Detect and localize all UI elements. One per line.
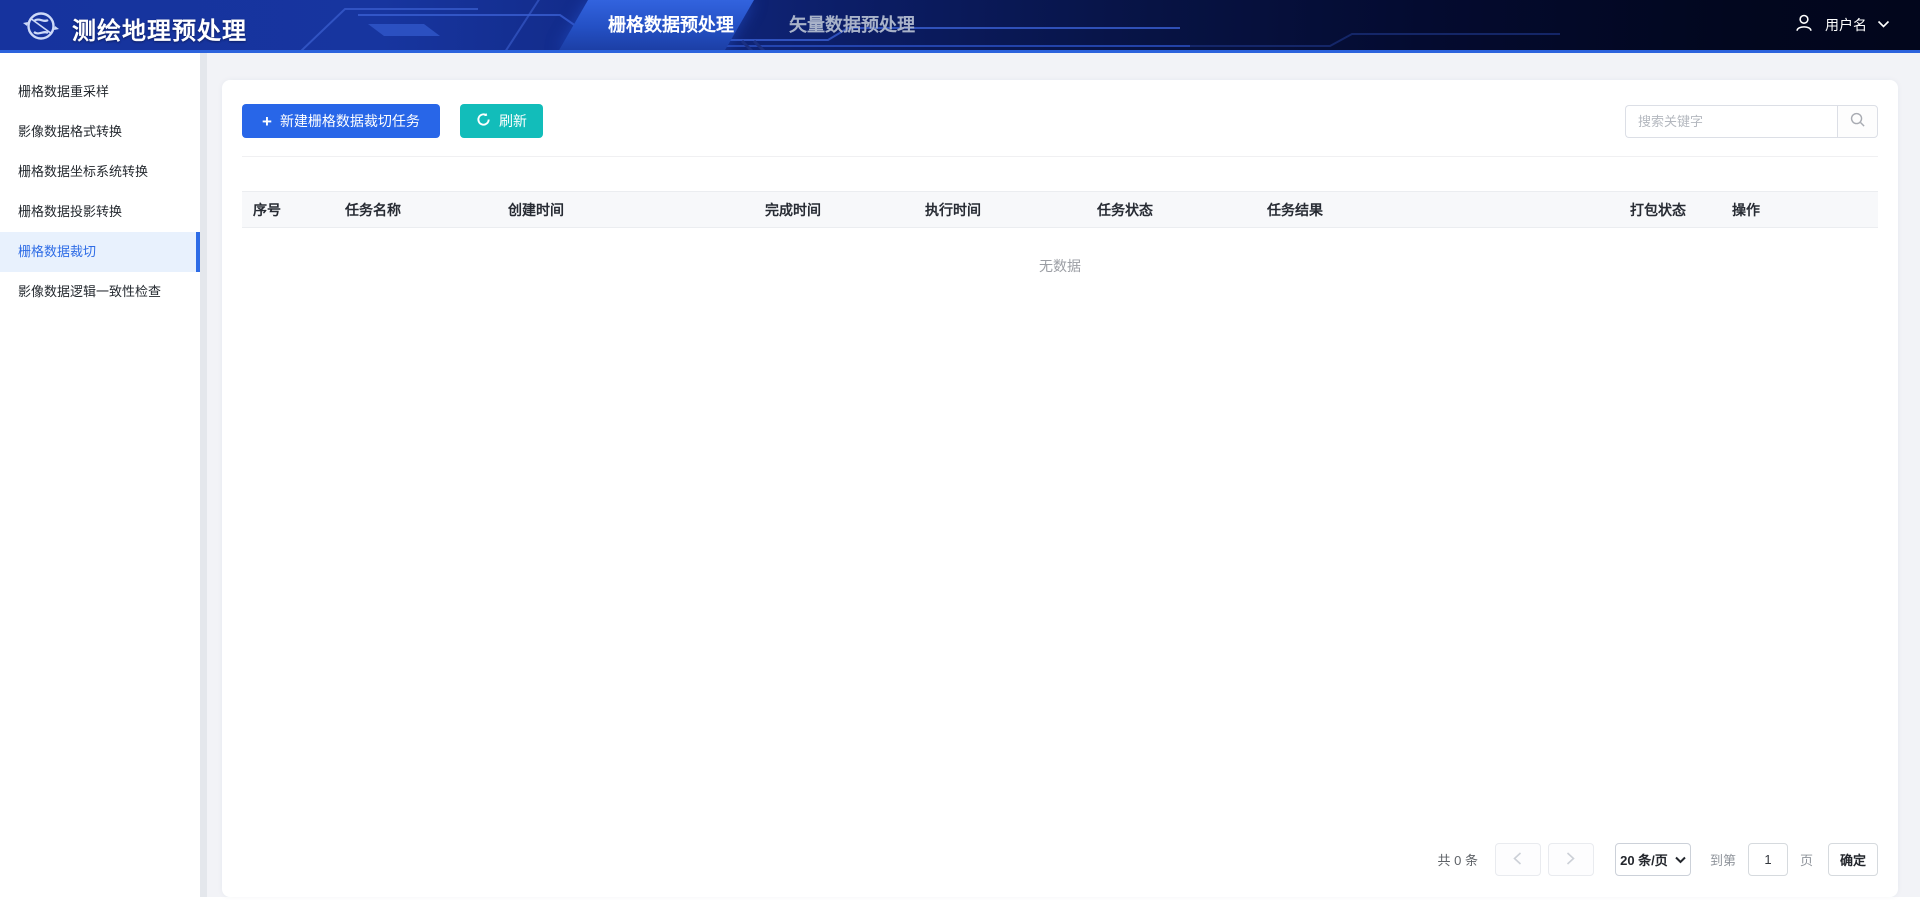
empty-state-text: 无数据 (1039, 258, 1081, 274)
col-actions: 操作 (1732, 201, 1760, 218)
search-icon (1849, 111, 1866, 131)
app-logo-icon (22, 7, 60, 50)
next-page-button[interactable] (1547, 843, 1594, 876)
task-table: 序号 任务名称 创建时间 完成时间 执行时间 任务状态 任务结果 打包状态 操作… (242, 191, 1878, 276)
refresh-icon (476, 112, 491, 130)
goto-page-suffix: 页 (1799, 853, 1813, 868)
sidebar-item-raster-resample[interactable]: 栅格数据重采样 (0, 72, 200, 112)
circuit-decoration (300, 0, 1560, 50)
user-icon (1793, 12, 1815, 39)
chevron-down-icon (1877, 16, 1890, 34)
sidebar-item-image-format-convert[interactable]: 影像数据格式转换 (0, 112, 200, 152)
col-task-status: 任务状态 (1097, 201, 1153, 218)
tab-label: 栅格数据预处理 (608, 15, 734, 35)
app-header: 测绘地理预处理 栅格数据预处理 矢量数据预处理 用户名 (0, 0, 1920, 53)
search-input[interactable] (1625, 104, 1837, 138)
prev-page-button[interactable] (1494, 843, 1541, 876)
new-clip-task-label: 新建栅格数据裁切任务 (279, 113, 420, 129)
col-index: 序号 (253, 201, 281, 218)
pagination: 共 0 条 20 条/页 到第 1 页 确定 (1437, 843, 1878, 876)
user-menu[interactable]: 用户名 (1793, 0, 1890, 50)
table-header-row: 序号 任务名称 创建时间 完成时间 执行时间 任务状态 任务结果 打包状态 操作 (242, 191, 1878, 228)
page-size-select[interactable]: 20 条/页 (1614, 843, 1691, 876)
tab-label: 矢量数据预处理 (789, 15, 915, 35)
total-count: 共 0 条 (1437, 853, 1478, 868)
col-task-name: 任务名称 (345, 201, 401, 218)
sidebar-item-raster-coordsys-convert[interactable]: 栅格数据坐标系统转换 (0, 152, 200, 192)
col-exec-time: 执行时间 (925, 201, 981, 218)
plus-icon: + (262, 111, 272, 131)
search-button[interactable] (1837, 104, 1878, 138)
app-body: 栅格数据重采样 影像数据格式转换 栅格数据坐标系统转换 栅格数据投影转换 栅格数… (0, 53, 1920, 897)
sidebar-item-raster-clip[interactable]: 栅格数据裁切 (0, 232, 200, 272)
col-create-time: 创建时间 (508, 201, 564, 218)
sidebar-item-image-logic-check[interactable]: 影像数据逻辑一致性检查 (0, 272, 200, 312)
col-finish-time: 完成时间 (765, 201, 821, 218)
app-title: 测绘地理预处理 (72, 18, 247, 45)
chevron-right-icon (1566, 851, 1576, 868)
goto-page-prefix: 到第 (1709, 853, 1736, 868)
refresh-button[interactable]: 刷新 (459, 104, 543, 138)
sidebar-divider (200, 53, 207, 897)
toolbar-divider (242, 156, 1878, 157)
chevron-left-icon (1513, 851, 1522, 868)
new-clip-task-button[interactable]: + 新建栅格数据裁切任务 (242, 104, 440, 138)
sidebar: 栅格数据重采样 影像数据格式转换 栅格数据坐标系统转换 栅格数据投影转换 栅格数… (0, 53, 200, 897)
select-chevron-down-icon (1675, 852, 1686, 867)
page-size-value: 20 条/页 (1620, 853, 1668, 868)
goto-confirm-button[interactable]: 确定 (1827, 843, 1878, 876)
refresh-label: 刷新 (498, 113, 527, 129)
task-panel: + 新建栅格数据裁切任务 刷新 搜索关键字 序号 任务名称 创建时间 完成时间 … (222, 80, 1898, 897)
toolbar: + 新建栅格数据裁切任务 刷新 (242, 104, 1878, 138)
col-pack-status: 打包状态 (1630, 201, 1686, 218)
col-task-result: 任务结果 (1267, 201, 1323, 218)
sidebar-item-raster-projection-convert[interactable]: 栅格数据投影转换 (0, 192, 200, 232)
user-name: 用户名 (1825, 17, 1867, 33)
tab-vector-preprocess[interactable]: 矢量数据预处理 (754, 0, 950, 50)
main-content: + 新建栅格数据裁切任务 刷新 搜索关键字 序号 任务名称 创建时间 完成时间 … (207, 53, 1920, 897)
main-nav-tabs: 栅格数据预处理 矢量数据预处理 (559, 0, 950, 50)
search-group (1625, 104, 1878, 138)
goto-page-input[interactable] (1747, 843, 1788, 876)
tab-raster-preprocess[interactable]: 栅格数据预处理 (559, 0, 754, 50)
